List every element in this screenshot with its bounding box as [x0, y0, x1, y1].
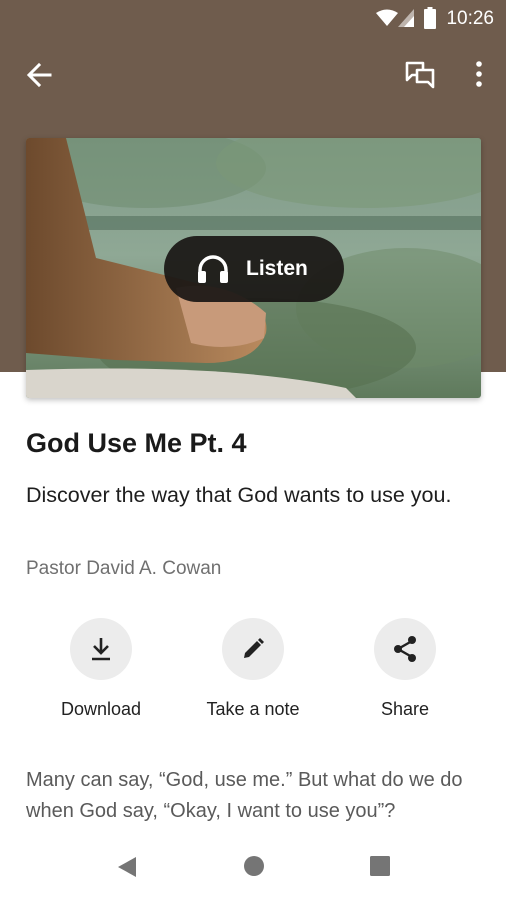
- episode-title: God Use Me Pt. 4: [26, 428, 247, 458]
- wifi-icon: [376, 9, 398, 26]
- pencil-icon: [244, 638, 264, 658]
- share-label: Share: [380, 699, 430, 719]
- status-time: 10:26: [446, 8, 494, 29]
- arrow-back-icon[interactable]: [24, 60, 54, 90]
- episode-body-text: Many can say, “God, use me.” But what do…: [26, 769, 463, 822]
- chat-icon[interactable]: [404, 60, 436, 90]
- nav-recents-icon[interactable]: [369, 855, 391, 877]
- download-circle: [70, 618, 132, 680]
- more-vert-icon[interactable]: [472, 60, 486, 90]
- headphones-icon: [198, 255, 228, 283]
- share-circle: [374, 618, 436, 680]
- status-bar: 10:26: [0, 0, 506, 38]
- download-icon: [92, 638, 110, 661]
- listen-button[interactable]: Listen: [164, 236, 344, 302]
- take-note-button[interactable]: Take a note: [173, 618, 333, 720]
- episode-author: Pastor David A. Cowan: [26, 558, 222, 579]
- episode-artwork: Listen: [26, 138, 481, 398]
- download-label: Download: [60, 699, 142, 719]
- battery-icon: [424, 7, 436, 29]
- share-button[interactable]: Share: [325, 618, 485, 720]
- episode-description: Discover the way that God wants to use y…: [26, 483, 452, 507]
- download-button[interactable]: Download: [21, 618, 181, 720]
- system-nav-bar: [0, 840, 506, 900]
- note-circle: [222, 618, 284, 680]
- app-bar: [0, 50, 506, 98]
- take-note-label: Take a note: [206, 699, 300, 719]
- nav-home-icon[interactable]: [243, 855, 265, 877]
- signal-icon: [398, 9, 414, 27]
- share-icon: [394, 636, 416, 662]
- nav-back-icon[interactable]: [116, 855, 138, 879]
- listen-label: Listen: [246, 257, 308, 280]
